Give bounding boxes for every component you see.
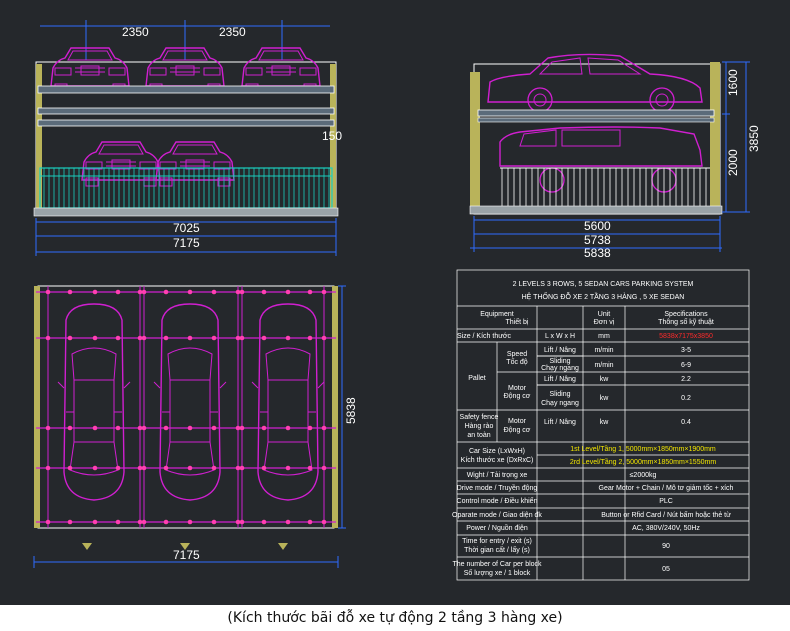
fence-value: 0.4 [681, 419, 691, 426]
operate-value: Button or Rfid Card / Nút bấm hoặc thẻ t… [601, 510, 731, 519]
fence-label-vi: Hàng rào [465, 423, 494, 430]
front-view: 2350 2350 150 7025 7175 [33, 20, 342, 256]
side-dim-b: 5738 [584, 233, 611, 247]
plan-car-1 [57, 303, 131, 501]
spec-table-text: 2 LEVELS 3 ROWS, 5 SEDAN CARS PARKING SY… [452, 281, 734, 577]
sliding-speed-label-vi: Chạy ngang [541, 365, 579, 372]
cad-drawing: 2350 2350 150 7025 7175 1600 3850 2000 5… [33, 20, 761, 581]
fence-label: Safety fence [460, 414, 499, 421]
control-label: Control mode / Điều khiển [457, 496, 538, 505]
lift-speed-label: Lift / Nâng [544, 347, 576, 354]
cad-drawing-sheet: 2350 2350 150 7025 7175 1600 3850 2000 5… [0, 0, 790, 605]
table-title-en: 2 LEVELS 3 ROWS, 5 SEDAN CARS PARKING SY… [513, 281, 694, 288]
front-dim-mid: 150 [322, 129, 342, 143]
plan-car-3 [251, 303, 325, 501]
control-value: PLC [659, 498, 673, 505]
power-value: AC, 380V/240V, 50Hz [632, 525, 700, 532]
power-label: Power / Nguồn điện [466, 523, 528, 532]
size-label: Size / Kích thước [457, 333, 512, 340]
lift-motor-label: Lift / Nâng [544, 376, 576, 383]
motor-label-vi: Động cơ [504, 393, 531, 400]
number-value: 05 [662, 566, 670, 573]
lift-speed-value: 3-5 [681, 347, 691, 354]
lower-car-2 [155, 141, 235, 187]
operate-label: Oparate mode / Giao diện đk [452, 512, 542, 519]
safety-fence [39, 167, 333, 209]
fence-lift-label: Lift / Nâng [544, 419, 576, 426]
head-equipment: Equipment [480, 311, 514, 318]
drive-label: Drive mode / Truyền động [457, 483, 538, 492]
sliding-motor-label: Sliding [549, 391, 570, 398]
number-label-vi: Số lượng xe / 1 block [464, 568, 531, 577]
upper-car-3 [241, 47, 321, 93]
side-dim-lower: 2000 [726, 149, 740, 176]
upper-car-1 [50, 47, 130, 93]
slide-speed-unit: m/min [594, 362, 613, 369]
lift-speed-unit: m/min [594, 347, 613, 354]
side-dim-c: 5838 [584, 246, 611, 260]
entry-marker-1 [82, 543, 92, 550]
carsize-label-vi: Kích thước xe (DxRxC) [461, 457, 534, 464]
slide-motor-value: 0.2 [681, 395, 691, 402]
fence-label-vi2: an toàn [467, 432, 490, 439]
lift-motor-value: 2.2 [681, 376, 691, 383]
side-view: 1600 3850 2000 5600 5738 5838 [469, 53, 761, 260]
size-value: 5838x7175x3850 [659, 333, 713, 340]
drive-value: Gear Motor + Chain / Mô tơ giảm tốc + xí… [599, 483, 734, 492]
front-dim-outer: 7175 [173, 236, 200, 250]
fence-motor-label-vi: Động cơ [504, 427, 531, 434]
head-spec: Specifications [664, 311, 708, 318]
image-caption: (Kích thước bãi đỗ xe tự động 2 tầng 3 h… [0, 605, 790, 631]
pallet-label: Pallet [468, 375, 486, 382]
plan-view: 5838 7175 [33, 285, 358, 568]
upper-sedan-side [487, 53, 703, 113]
time-value: 90 [662, 543, 670, 550]
side-dim-a: 5600 [584, 219, 611, 233]
plan-nodes [45, 289, 327, 525]
motor-label: Motor [508, 385, 527, 392]
speed-label-vi: Tốc độ [506, 357, 528, 366]
front-dim-inner: 7025 [173, 221, 200, 235]
head-equipment-vi: Thiết bị [506, 317, 529, 326]
plan-dim-depth: 5838 [344, 397, 358, 424]
slide-motor-unit: kw [600, 395, 610, 402]
lower-suv-side [499, 126, 703, 193]
time-label-vi: Thời gian cất / lấy (s) [464, 545, 530, 554]
front-dim-right: 2350 [219, 25, 246, 39]
size-dims: L x W x H [545, 333, 575, 340]
head-unit: Unit [598, 311, 611, 318]
time-label: Time for entry / exit (s) [462, 538, 532, 545]
entry-marker-3 [278, 543, 288, 550]
size-unit: mm [598, 333, 610, 340]
side-safety-fence [501, 168, 707, 206]
front-dim-left: 2350 [122, 25, 149, 39]
side-dim-upper: 1600 [726, 69, 740, 96]
fence-motor-label: Motor [508, 418, 527, 425]
head-spec-vi: Thông số kỹ thuật [658, 317, 714, 326]
plan-car-2 [153, 303, 227, 501]
side-dim-total: 3850 [747, 125, 761, 152]
speed-label: Speed [507, 351, 527, 358]
number-label: The number of Car per block [452, 561, 542, 568]
table-title-vi: HỆ THỐNG ĐỖ XE 2 TẦNG 3 HÀNG , 5 XE SEDA… [522, 291, 685, 301]
level1-size: 1st Level/Tầng 1, 5000mm×1850mm×1900mm [570, 444, 716, 453]
level2-size: 2rd Level/Tầng 2, 5000mm×1850mm×1550mm [570, 457, 716, 466]
slide-speed-value: 6-9 [681, 362, 691, 369]
lift-motor-unit: kw [600, 376, 610, 383]
sliding-motor-label-vi: Chạy ngang [541, 400, 579, 407]
head-unit-vi: Đơn vị [594, 319, 615, 326]
carsize-label: Car Size (LxWxH) [469, 448, 525, 455]
plan-dim-width: 7175 [173, 548, 200, 562]
sliding-speed-label: Sliding [549, 358, 570, 365]
weight-value: ≤2000kg [630, 472, 657, 479]
weight-label: Wight / Tải trọng xe [467, 472, 528, 479]
fence-unit: kw [600, 419, 610, 426]
